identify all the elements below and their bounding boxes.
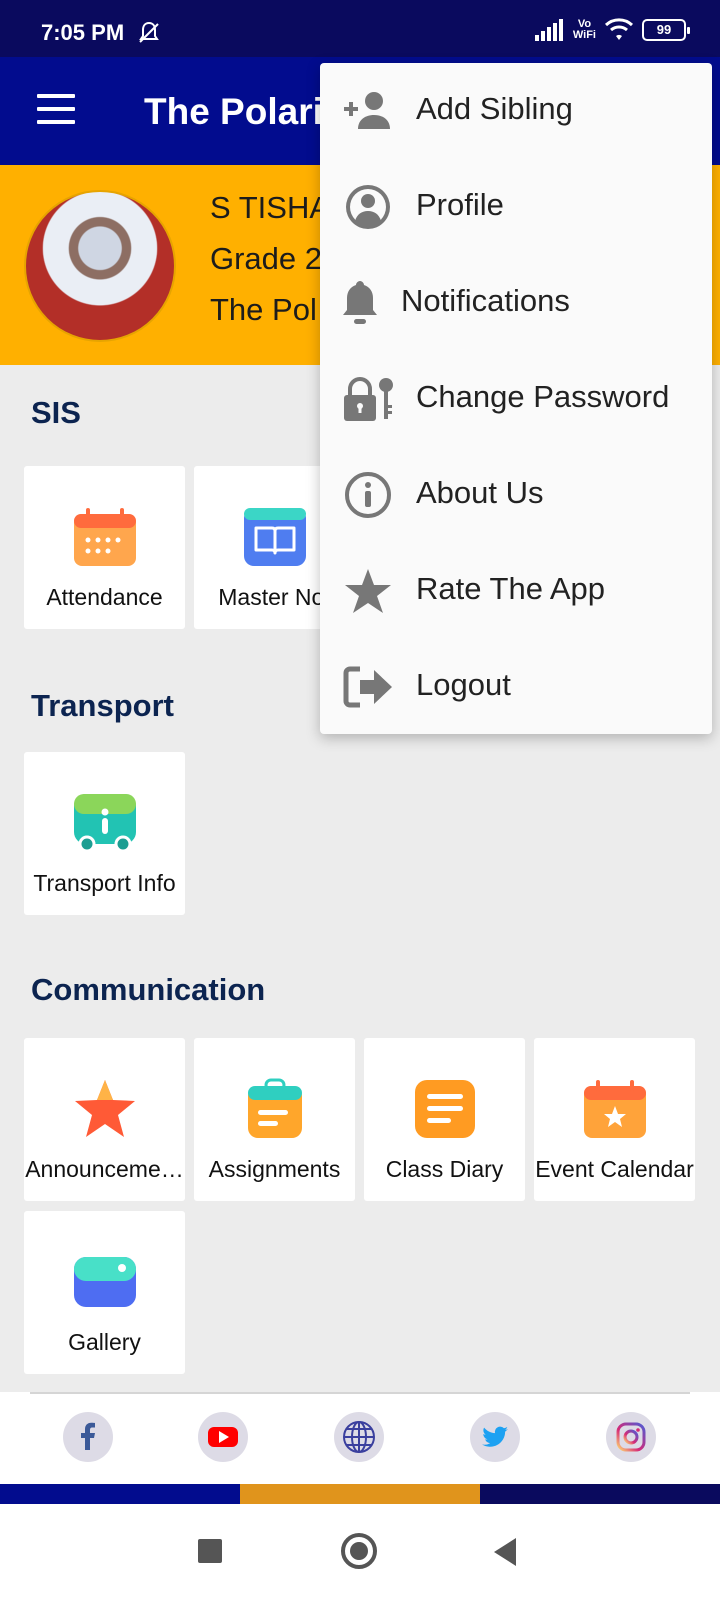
tile-event-calendar[interactable]: Event Calendar [534,1038,695,1201]
app-title: The Polaris [144,91,344,132]
menu-item-profile[interactable]: Profile [320,159,712,255]
tile-label: Announceme… [25,1156,184,1182]
tile-announcements[interactable]: Announceme… [24,1038,185,1201]
gallery-icon [73,1257,136,1307]
tile-label: Class Diary [385,1156,504,1182]
recents-icon[interactable] [198,1539,222,1563]
tile-label: Event Calendar [535,1156,694,1182]
menu-item-rate-the-app[interactable]: Rate The App [320,543,712,639]
add-person-icon [344,92,390,129]
overflow-menu: Add Sibling Profile Notifications Change… [320,63,712,734]
lock-key-icon [344,377,393,421]
menu-item-label: Rate The App [416,571,606,606]
home-icon[interactable] [341,1533,377,1569]
book-icon [243,508,306,566]
tile-label: Attendance [46,584,163,610]
tile-label: Transport Info [33,870,176,896]
color-stripe-right [480,1484,720,1504]
profile-icon [346,185,390,229]
wifi-icon [604,18,634,40]
logout-icon [343,666,392,708]
menu-item-change-password[interactable]: Change Password [320,351,712,447]
back-icon[interactable] [494,1538,516,1566]
tile-label: Assignments [208,1156,341,1182]
tile-transport-info[interactable]: Transport Info [24,752,185,915]
social-bar [0,1392,720,1484]
calendar-icon [73,508,136,566]
battery-indicator: 99 [642,19,690,41]
avatar [24,190,176,342]
student-grade: Grade 2 [210,241,323,276]
student-school: The Pol [210,292,317,327]
youtube-icon[interactable] [198,1412,248,1462]
menu-item-label: Profile [416,187,504,222]
menu-item-about-us[interactable]: About Us [320,447,712,543]
color-stripe-middle [240,1484,480,1504]
menu-item-label: Add Sibling [416,91,573,126]
star-icon [345,569,391,613]
student-name: S TISHA [210,190,331,225]
divider [30,1392,690,1394]
menu-item-label: Notifications [401,283,570,318]
screen: 7:05 PM Vo WiFi 99 The Polaris S TISHA G… [0,0,720,1600]
section-title-communication: Communication [31,972,266,1007]
status-indicators: Vo WiFi 99 [534,18,690,42]
star-badge-icon [74,1080,135,1137]
status-bar: 7:05 PM Vo WiFi 99 [0,0,720,57]
bus-icon [73,794,136,853]
menu-item-label: Change Password [416,379,670,414]
hamburger-menu-icon[interactable] [37,94,75,124]
section-title-transport: Transport [31,688,174,723]
event-calendar-icon [583,1080,646,1138]
menu-item-label: About Us [416,475,544,510]
status-time: 7:05 PM [41,20,125,45]
info-icon [345,472,391,518]
tile-gallery[interactable]: Gallery [24,1211,185,1374]
clipboard-icon [247,1078,302,1138]
signal-icon [534,19,563,41]
menu-item-label: Logout [416,667,511,702]
menu-item-logout[interactable]: Logout [320,639,712,735]
tile-attendance[interactable]: Attendance [24,466,185,629]
tile-label: Gallery [68,1329,141,1355]
vowifi-label: Vo WiFi [572,18,596,41]
system-nav-bar [0,1504,720,1600]
twitter-icon[interactable] [470,1412,520,1462]
bell-icon [343,281,377,324]
tile-class-diary[interactable]: Class Diary [364,1038,525,1201]
instagram-icon[interactable] [606,1412,656,1462]
menu-item-notifications[interactable]: Notifications [320,255,712,351]
tile-assignments[interactable]: Assignments [194,1038,355,1201]
globe-icon[interactable] [334,1412,384,1462]
mute-icon [136,20,162,51]
facebook-icon[interactable] [63,1412,113,1462]
color-stripe-left [0,1484,240,1504]
notes-icon [414,1080,475,1138]
menu-item-add-sibling[interactable]: Add Sibling [320,63,712,159]
section-title-sis: SIS [31,395,81,430]
